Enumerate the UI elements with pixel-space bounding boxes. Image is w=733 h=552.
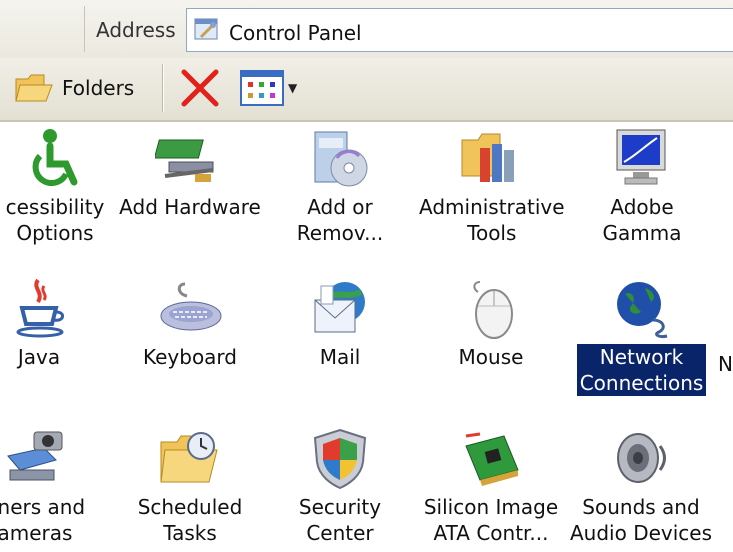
- security-shield-icon: [313, 428, 367, 490]
- item-scanners-and-cameras[interactable]: nners and ameras: [0, 426, 110, 546]
- item-administrative-tools[interactable]: Administrative Tools: [416, 126, 566, 246]
- address-value: Control Panel: [229, 21, 362, 45]
- item-label: Sounds and Audio Devices: [569, 495, 713, 545]
- add-remove-programs-icon: [314, 131, 368, 187]
- item-label: Add or Remov...: [296, 195, 384, 245]
- folders-label: Folders: [62, 76, 135, 100]
- item-label: Silicon Image ATA Contr...: [423, 495, 559, 545]
- item-label: Add Hardware: [119, 195, 261, 219]
- item-silicon-image-ata-controller[interactable]: Silicon Image ATA Contr...: [416, 426, 566, 546]
- delete-x-icon: [181, 69, 219, 107]
- speaker-icon: [617, 433, 666, 483]
- add-hardware-icon: [155, 139, 214, 182]
- toolbar-separator: [162, 64, 163, 112]
- folders-icon: [15, 74, 53, 102]
- item-label: Mouse: [458, 345, 524, 369]
- accessibility-icon: [32, 129, 78, 186]
- address-label: Address: [96, 18, 176, 42]
- item-security-center[interactable]: Security Center: [265, 426, 415, 546]
- item-sounds-and-audio-devices[interactable]: Sounds and Audio Devices: [566, 426, 716, 546]
- item-label: Adobe Gamma: [602, 195, 682, 245]
- item-accessibility-options[interactable]: cessibility Options: [0, 126, 130, 246]
- address-bar-left-region: [0, 6, 85, 52]
- mouse-icon: [473, 281, 513, 339]
- address-field[interactable]: Control Panel: [186, 8, 733, 52]
- item-label: Security Center: [298, 495, 382, 545]
- item-label: Scheduled Tasks: [137, 495, 243, 545]
- mail-icon: [314, 282, 365, 333]
- java-cup-icon: [16, 278, 64, 338]
- delete-button[interactable]: [176, 64, 224, 112]
- item-add-hardware[interactable]: Add Hardware: [115, 126, 265, 220]
- administrative-tools-icon: [461, 133, 514, 182]
- ata-controller-card-icon: [465, 432, 519, 486]
- network-globe-icon: [616, 282, 667, 338]
- item-label: Mail: [319, 345, 361, 369]
- scanner-camera-icon: [7, 431, 63, 481]
- folders-button[interactable]: Folders: [14, 64, 134, 112]
- control-panel-icon: [194, 18, 218, 40]
- item-label: cessibility Options: [5, 195, 105, 245]
- views-dropdown-icon[interactable]: ▼: [288, 81, 297, 95]
- item-label: Java: [17, 345, 61, 369]
- item-label: Keyboard: [142, 345, 237, 369]
- views-button[interactable]: ▼: [240, 68, 310, 108]
- views-icon: [240, 70, 284, 106]
- toolbar: Folders ▼: [0, 58, 733, 122]
- item-keyboard[interactable]: Keyboard: [115, 276, 265, 370]
- address-bar: Address Control Panel: [0, 0, 733, 59]
- adobe-gamma-monitor-icon: [616, 129, 666, 185]
- item-mail[interactable]: Mail: [265, 276, 415, 370]
- item-mouse[interactable]: Mouse: [416, 276, 566, 370]
- item-java[interactable]: Java: [0, 276, 114, 370]
- partially-visible-item-label: N: [718, 352, 733, 376]
- keyboard-icon: [160, 282, 222, 331]
- scheduled-tasks-folder-icon: [160, 432, 218, 483]
- item-network-connections[interactable]: Network Connections: [564, 276, 719, 396]
- item-label: Network Connections: [576, 344, 707, 396]
- item-adobe-gamma[interactable]: Adobe Gamma: [568, 126, 716, 246]
- item-label: Administrative Tools: [419, 195, 565, 245]
- item-add-or-remove-programs[interactable]: Add or Remov...: [265, 126, 415, 246]
- item-scheduled-tasks[interactable]: Scheduled Tasks: [115, 426, 265, 546]
- item-label: nners and ameras: [0, 495, 86, 545]
- control-panel-items: cessibility Options Add Hardware Add or …: [0, 120, 733, 552]
